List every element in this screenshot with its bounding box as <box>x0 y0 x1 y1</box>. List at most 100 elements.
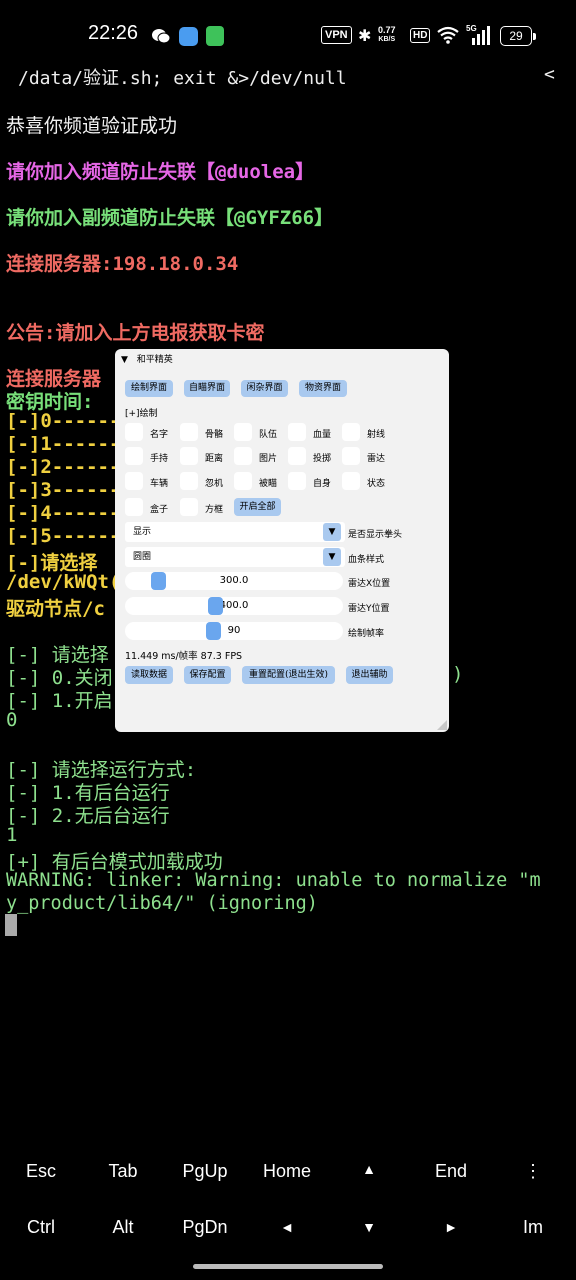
key-up[interactable]: ▲ <box>329 1161 409 1177</box>
collapse-icon[interactable]: ▼ <box>121 355 128 365</box>
key-end[interactable]: End <box>411 1161 491 1182</box>
select-label: 是否显示拳头 <box>348 530 403 540</box>
checkbox-label: 名字 <box>150 430 169 440</box>
tab-aim[interactable]: 自瞄界面 <box>184 380 230 397</box>
checkbox-radar[interactable] <box>342 447 360 465</box>
checkbox-throw[interactable] <box>288 447 306 465</box>
key-ctrl[interactable]: Ctrl <box>1 1217 81 1238</box>
load-data-button[interactable]: 读取数据 <box>125 666 173 684</box>
slider-handle[interactable] <box>208 597 223 615</box>
chevron-down-icon[interactable]: ▼ <box>323 548 341 566</box>
home-indicator[interactable] <box>193 1264 383 1269</box>
checkbox-status[interactable] <box>342 472 360 490</box>
save-config-button[interactable]: 保存配置 <box>184 666 231 684</box>
checkbox-label: 忽机 <box>205 479 224 489</box>
checkbox-label: 投掷 <box>313 454 332 464</box>
enable-all-button[interactable]: 开启全部 <box>234 498 281 516</box>
checkbox-aimed[interactable] <box>234 472 252 490</box>
slider-label: 雷达X位置 <box>348 579 391 589</box>
slider-label: 雷达Y位置 <box>348 604 390 614</box>
slider-handle[interactable] <box>206 622 221 640</box>
health-bar-style-select[interactable]: 圆圈 <box>125 547 345 567</box>
key-more[interactable]: ⋮ <box>493 1161 573 1182</box>
terminal-line: 驱动节点/c <box>6 598 105 620</box>
exit-assist-button[interactable]: 退出辅助 <box>346 666 393 684</box>
checkbox-label: 距离 <box>205 454 224 464</box>
checkbox-distance[interactable] <box>180 447 198 465</box>
key-esc[interactable]: Esc <box>1 1161 81 1182</box>
key-tab[interactable]: Tab <box>83 1161 163 1182</box>
key-left[interactable]: ◄ <box>247 1219 327 1235</box>
hd-indicator: HD <box>410 28 431 43</box>
key-right[interactable]: ► <box>411 1219 491 1235</box>
key-alt[interactable]: Alt <box>83 1217 163 1238</box>
checkbox-label: 状态 <box>367 479 386 489</box>
key-pgdn[interactable]: PgDn <box>165 1217 245 1238</box>
checkbox-image[interactable] <box>234 447 252 465</box>
wechat-icon <box>151 28 171 44</box>
checkbox-skeleton[interactable] <box>180 423 198 441</box>
terminal-line: [-]1------ <box>6 433 121 455</box>
chevron-down-icon[interactable]: ▼ <box>323 523 341 541</box>
checkbox-box[interactable] <box>125 498 143 516</box>
slider-label: 绘制帧率 <box>348 629 385 639</box>
wifi-icon <box>436 26 460 48</box>
terminal-line: 请你加入副频道防止失联【@GYFZ66】 <box>6 207 334 229</box>
checkbox-ray[interactable] <box>342 423 360 441</box>
back-button[interactable]: < <box>544 64 555 85</box>
terminal-line: 0 <box>6 709 18 731</box>
select-label: 血条样式 <box>348 555 385 565</box>
key-down[interactable]: ▼ <box>329 1219 409 1235</box>
checkbox-held[interactable] <box>125 447 143 465</box>
frame-rate-slider[interactable]: 90 <box>125 622 343 640</box>
terminal-line: [-]3------ <box>6 479 121 501</box>
slider-value: 400.0 <box>219 600 249 611</box>
battery-indicator: 29 <box>500 26 536 46</box>
status-time: 22:26 <box>88 22 139 44</box>
key-ime[interactable]: Im <box>493 1217 573 1238</box>
checkbox-label: 血量 <box>313 430 332 440</box>
checkbox-health[interactable] <box>288 423 306 441</box>
panel-header[interactable]: ▼ 和平精英 <box>121 352 173 365</box>
speed-value: 0.77 <box>378 25 396 35</box>
terminal-line: 1 <box>6 824 18 846</box>
tab-items[interactable]: 物资界面 <box>299 380 347 397</box>
cheat-menu-panel[interactable]: ▼ 和平精英 绘制界面 自瞄界面 闲杂界面 物资界面 [+]绘制 名字 骨骼 队… <box>115 349 449 732</box>
checkbox-label: 方框 <box>205 505 224 515</box>
radar-x-slider[interactable]: 300.0 <box>125 572 343 590</box>
checkbox-label: 车辆 <box>150 479 169 489</box>
tab-draw[interactable]: 绘制界面 <box>125 380 173 397</box>
checkbox-label: 手持 <box>150 454 169 464</box>
checkbox-label: 自身 <box>313 479 332 489</box>
terminal-line: [-]2------ <box>6 456 121 478</box>
checkbox-bot[interactable] <box>180 472 198 490</box>
tab-misc[interactable]: 闲杂界面 <box>241 380 288 397</box>
terminal-command: /data/验证.sh; exit &>/dev/null <box>18 68 347 89</box>
checkbox-frame[interactable] <box>180 498 198 516</box>
checkbox-label: 被瞄 <box>259 479 278 489</box>
checkbox-label: 雷达 <box>367 454 386 464</box>
slider-handle[interactable] <box>151 572 166 590</box>
terminal-line: 请你加入频道防止失联【@duolea】 <box>6 161 315 183</box>
checkbox-name[interactable] <box>125 423 143 441</box>
checkbox-team[interactable] <box>234 423 252 441</box>
terminal-line: 公告:请加入上方电报获取卡密 <box>6 322 265 344</box>
checkbox-label: 队伍 <box>259 430 278 440</box>
key-pgup[interactable]: PgUp <box>165 1161 245 1182</box>
app-notification-icon <box>179 27 198 46</box>
checkbox-self[interactable] <box>288 472 306 490</box>
section-draw: [+]绘制 <box>125 409 158 419</box>
terminal-line-tail: ) <box>452 663 464 685</box>
signal-icon: 5G <box>466 24 494 46</box>
resize-handle[interactable] <box>437 720 447 730</box>
terminal-line: [-] 1.开启 <box>6 690 113 712</box>
terminal-line: WARNING: linker: Warning: unable to norm… <box>6 870 541 891</box>
radar-y-slider[interactable]: 400.0 <box>125 597 343 615</box>
terminal-line: [-]0------ <box>6 410 121 432</box>
reset-config-button[interactable]: 重置配置(退出生效) <box>242 666 335 684</box>
slider-value: 300.0 <box>219 575 249 586</box>
key-home[interactable]: Home <box>247 1161 327 1182</box>
fist-display-select[interactable]: 显示 <box>125 522 345 542</box>
checkbox-vehicle[interactable] <box>125 472 143 490</box>
terminal-line: y_product/lib64/" (ignoring) <box>6 893 318 914</box>
